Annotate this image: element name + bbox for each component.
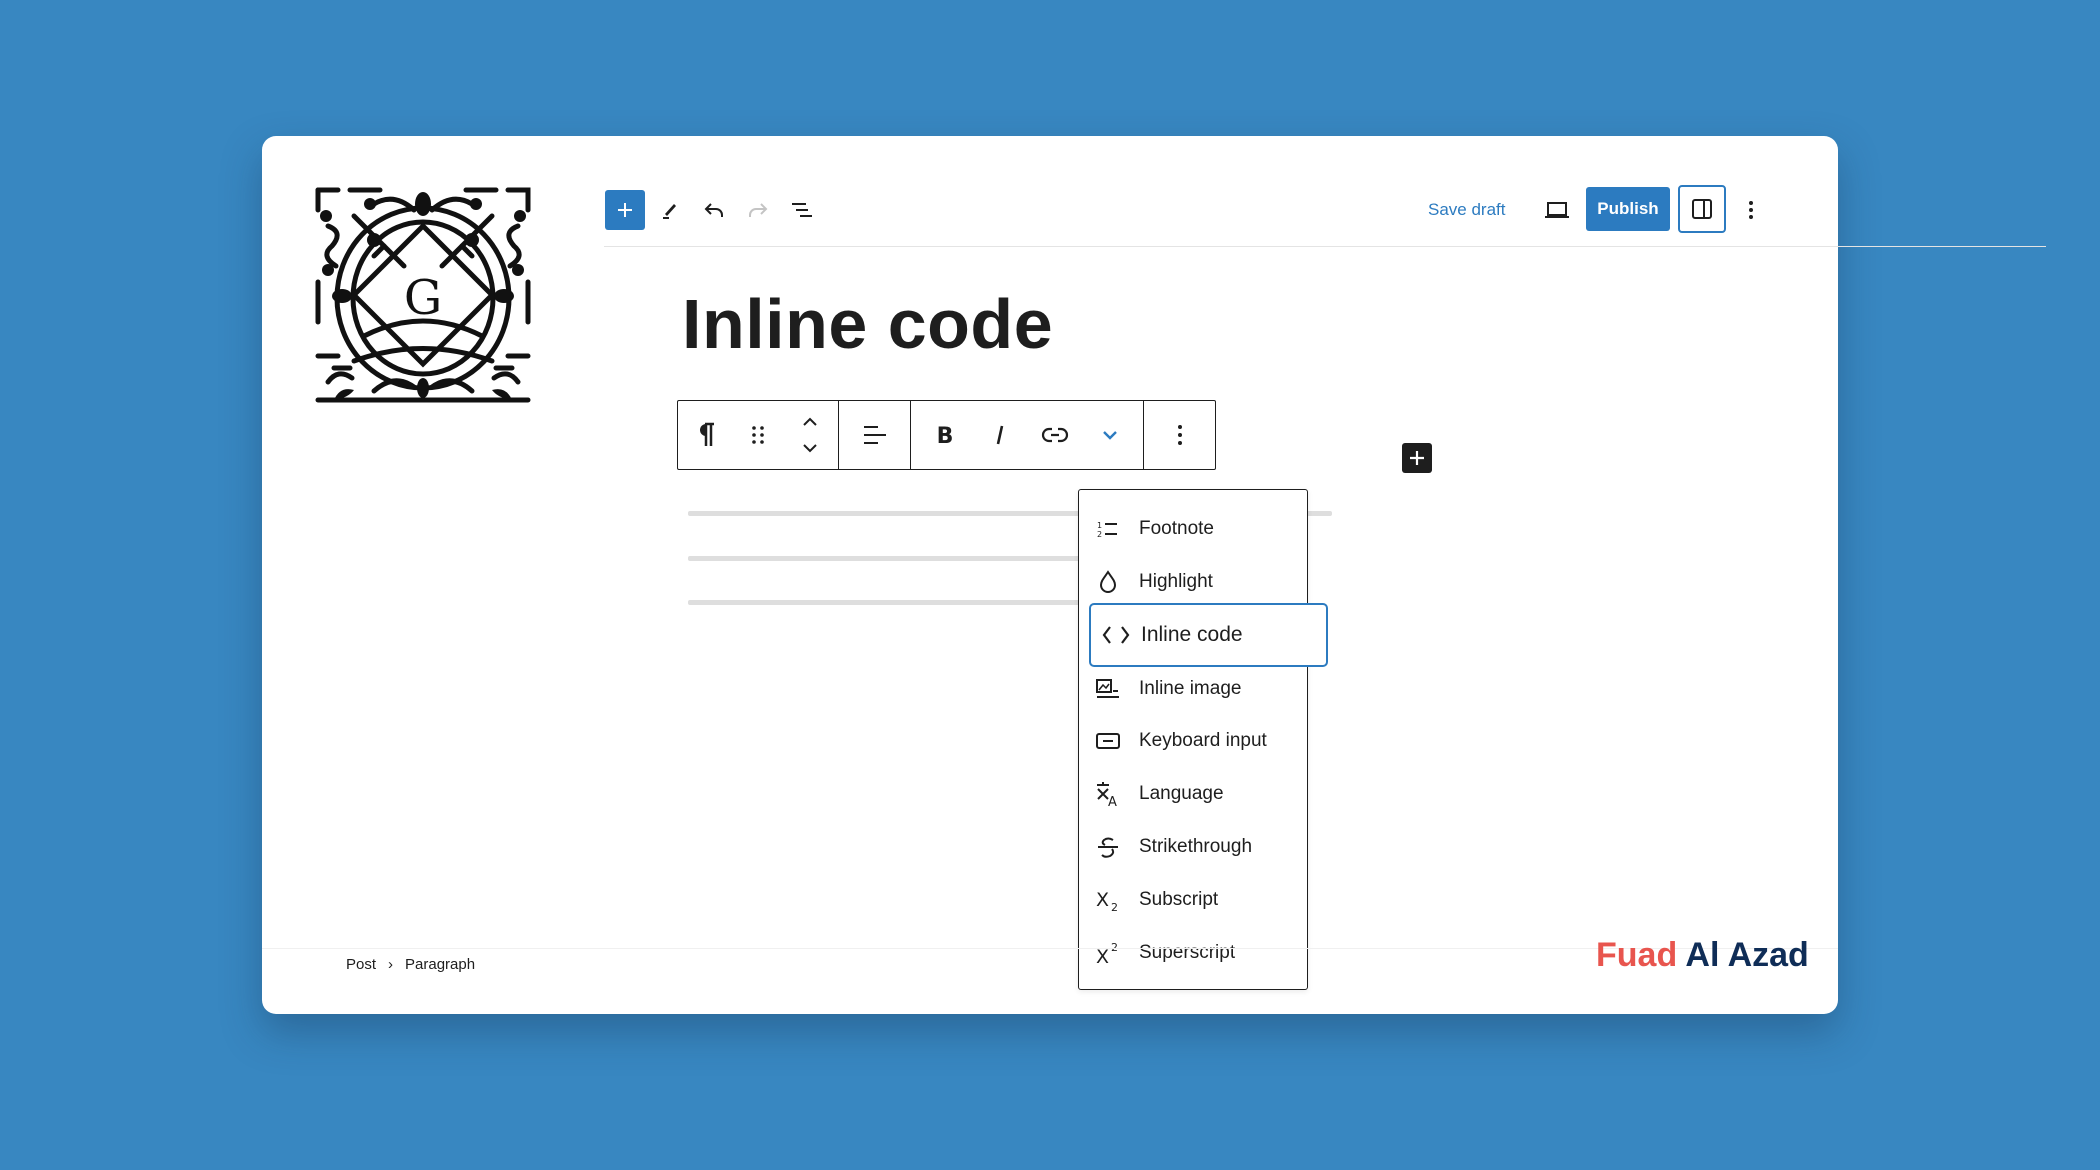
menu-item-label: Inline code [1141,623,1243,646]
link-button[interactable] [1029,401,1081,469]
strikethrough-icon [1093,832,1123,862]
tools-button[interactable] [650,190,690,230]
kebab-icon [1749,201,1753,219]
header-divider [604,246,2046,247]
options-group [1144,401,1215,469]
svg-text:2: 2 [1097,530,1102,539]
undo-button[interactable] [694,190,734,230]
add-block-button[interactable] [1402,443,1432,473]
preview-button[interactable] [1537,190,1577,230]
drag-handle[interactable] [732,401,784,469]
format-dropdown-menu: 12 Footnote Highlight Inline code Inline… [1078,489,1328,990]
editor-window: G Save draft Publish Inline code B 1 2 F… [262,136,2046,1014]
italic-button[interactable] [974,401,1026,469]
menu-item-superscript[interactable]: X2 Superscript [1093,929,1303,977]
highlight-drop-icon [1093,567,1123,597]
menu-item-inline-code[interactable]: Inline code [1089,603,1328,667]
move-up-down-icon [803,417,817,453]
breadcrumb-item-paragraph[interactable]: Paragraph [405,956,475,973]
svg-text:X: X [1096,889,1109,911]
publish-button[interactable]: Publish [1586,187,1670,231]
list-view-icon [792,203,812,217]
menu-item-footnote[interactable]: 12 Footnote [1093,505,1303,553]
svg-text:2: 2 [1111,901,1118,912]
watermark-last-name: Al Azad [1685,936,1809,974]
pencil-icon [663,204,676,219]
plus-icon [618,203,632,217]
svg-text:B: B [936,424,953,447]
block-options-button[interactable] [1154,401,1206,469]
block-inserter-button[interactable] [605,190,645,230]
align-button[interactable] [849,401,901,469]
menu-item-label: Highlight [1139,571,1213,592]
align-group [839,401,911,469]
undo-icon [704,203,723,217]
paragraph-block-button[interactable] [680,401,732,469]
options-button[interactable] [1736,190,1766,230]
format-group: B [911,401,1144,469]
block-switcher-group [678,401,839,469]
inline-image-icon [1093,674,1123,704]
footnote-icon: 12 [1093,514,1123,544]
menu-item-strikethrough[interactable]: Strikethrough [1093,823,1303,871]
redo-icon [749,203,768,217]
menu-item-inline-image[interactable]: Inline image [1093,665,1303,713]
breadcrumb: Post › Paragraph [346,952,475,976]
menu-item-language[interactable]: A Language [1093,770,1303,818]
menu-item-label: Inline image [1139,678,1242,699]
bold-icon: B [936,424,953,447]
paragraph-placeholder-line [688,600,1088,605]
sidebar-toggle-icon [1692,199,1712,219]
drag-handle-icon [752,426,764,444]
menu-item-label: Keyboard input [1139,730,1267,751]
menu-item-highlight[interactable]: Highlight [1093,558,1303,606]
more-formats-button[interactable] [1084,401,1136,469]
code-brackets-icon [1101,620,1131,650]
author-watermark: Fuad Al Azad [1596,936,1809,975]
superscript-icon: X2 [1093,938,1123,968]
svg-text:A: A [1108,795,1117,807]
wordpress-logo[interactable]: G [314,186,532,404]
desktop-icon [1545,202,1569,218]
link-icon [1041,427,1068,443]
paragraph-icon [700,422,714,446]
breadcrumb-item-post[interactable]: Post [346,956,376,973]
chevron-down-icon [1102,431,1117,440]
document-overview-button[interactable] [782,190,822,230]
plus-icon [1410,451,1424,465]
gutenberg-logo-icon: G [315,187,531,403]
chevron-right-icon: › [388,955,394,973]
menu-item-label: Superscript [1139,942,1236,963]
menu-item-label: Footnote [1139,518,1214,539]
save-draft-button[interactable]: Save draft [1428,190,1506,230]
menu-item-keyboard-input[interactable]: Keyboard input [1093,717,1303,765]
block-toolbar: B [677,400,1216,470]
svg-text:1: 1 [1097,521,1102,530]
subscript-icon: X2 [1093,885,1123,915]
align-left-icon [863,426,886,444]
italic-icon [996,425,1003,445]
menu-item-label: Subscript [1139,889,1219,910]
logo-letter: G [404,270,442,326]
kebab-icon [1177,425,1182,445]
language-icon: A [1093,779,1123,809]
menu-item-label: Language [1139,783,1224,804]
move-block-buttons[interactable] [784,401,836,469]
menu-item-label: Strikethrough [1139,836,1253,857]
redo-button[interactable] [738,190,778,230]
settings-sidebar-toggle[interactable] [1678,185,1726,233]
paragraph-placeholder-line [688,556,1088,561]
watermark-first-name: Fuad [1596,936,1678,974]
bold-button[interactable]: B [919,401,971,469]
post-title[interactable]: Inline code [682,284,1053,364]
keyboard-icon [1093,726,1123,756]
menu-item-subscript[interactable]: X2 Subscript [1093,876,1303,924]
